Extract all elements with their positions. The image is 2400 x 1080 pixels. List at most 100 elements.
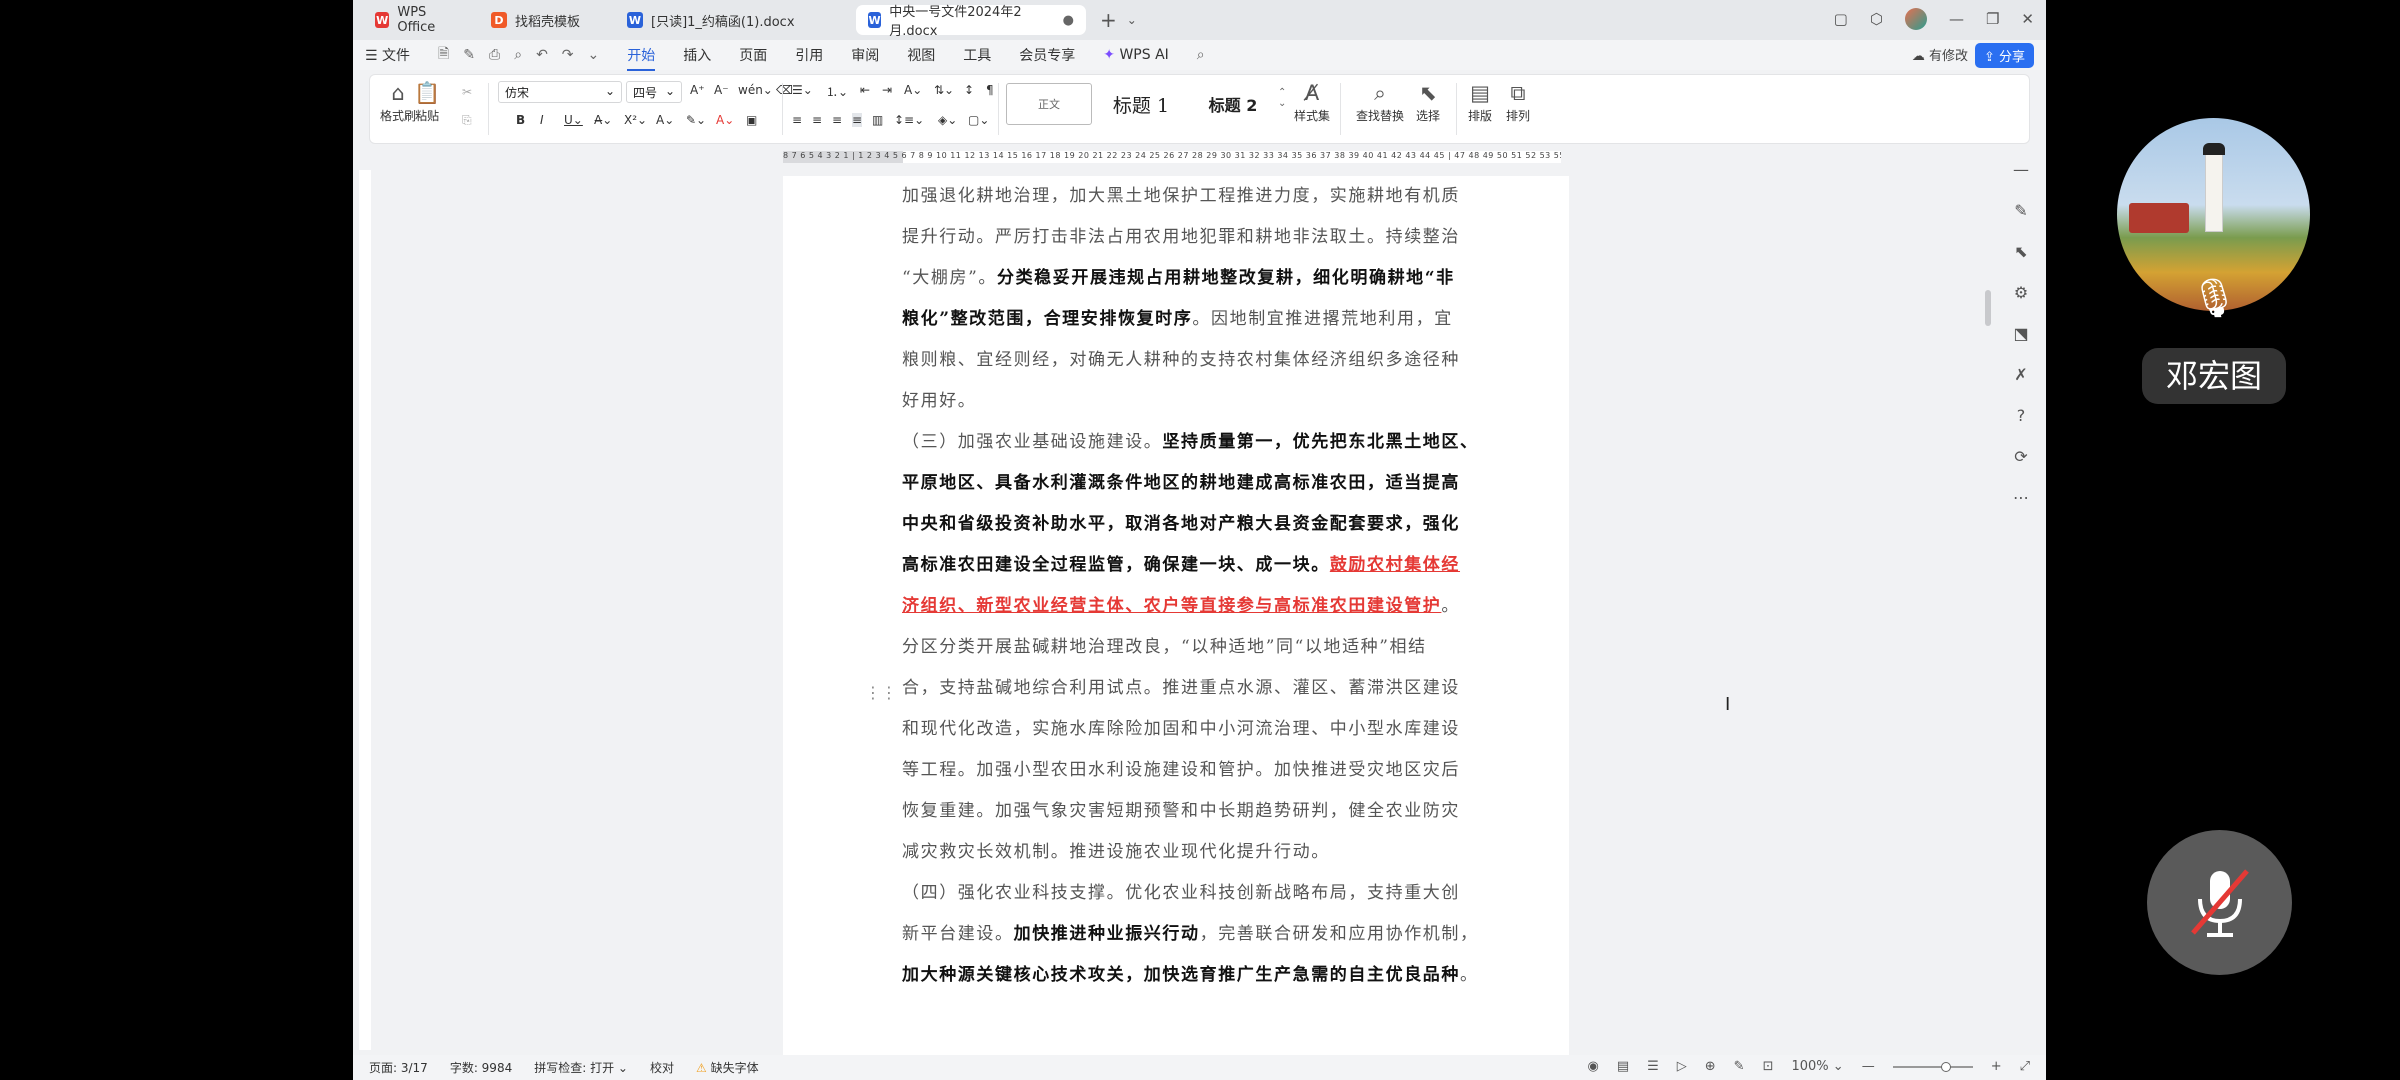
collapse-icon[interactable]: —: [2013, 160, 2029, 179]
grow-font-icon[interactable]: A⁺: [690, 83, 705, 97]
tab-readonly-doc[interactable]: W [只读]1_约稿函(1).docx: [615, 5, 850, 35]
numbered-list-icon[interactable]: ⒈⌄: [826, 83, 848, 100]
text-direction-icon[interactable]: ⇅⌄: [934, 83, 954, 97]
justify-icon[interactable]: ≡: [852, 113, 863, 127]
share-button[interactable]: ⇪ 分享: [1974, 43, 2034, 68]
user-avatar[interactable]: [1904, 8, 1927, 30]
superscript-button[interactable]: X²⌄: [624, 113, 647, 127]
print-icon[interactable]: ⎙: [489, 47, 500, 63]
redo-icon[interactable]: ↷: [562, 47, 574, 63]
menu-tools[interactable]: 工具: [963, 45, 991, 65]
style-normal[interactable]: 正文: [1006, 83, 1092, 125]
menu-member[interactable]: 会员专享: [1019, 45, 1075, 65]
char-shading-icon[interactable]: ▣: [746, 113, 757, 127]
preview-icon[interactable]: ⌕: [514, 47, 522, 63]
proofread[interactable]: 校对: [650, 1059, 674, 1076]
more-chevron-icon[interactable]: ⌄: [588, 47, 600, 63]
find-replace-button[interactable]: ⌕ 查找替换: [1356, 81, 1404, 124]
write-view-icon[interactable]: ✎: [1734, 1059, 1745, 1074]
strikethrough-button[interactable]: A̶⌄: [594, 113, 612, 127]
eye-icon[interactable]: ◉: [1587, 1059, 1598, 1074]
horizontal-ruler[interactable]: 8 7 6 5 4 3 2 1 | 1 2 3 4 5 6 7 8 9 10 1…: [783, 151, 1561, 163]
menu-view[interactable]: 视图: [907, 45, 935, 65]
page-view-icon[interactable]: ▤: [1617, 1059, 1629, 1074]
pinyin-icon[interactable]: wén⌄: [738, 83, 773, 97]
pen-icon[interactable]: ✎: [2014, 201, 2027, 220]
shrink-font-icon[interactable]: A⁻: [714, 83, 729, 97]
save-icon[interactable]: 🗎: [438, 43, 449, 67]
minimize-icon[interactable]: —: [1949, 10, 1964, 28]
menu-file[interactable]: ☰ 文件: [365, 45, 410, 65]
more-icon[interactable]: ⋯: [2013, 488, 2029, 507]
chevron-down-icon[interactable]: ⌄: [1127, 13, 1137, 27]
menu-page[interactable]: 页面: [739, 45, 767, 65]
undo-icon[interactable]: ↶: [536, 47, 548, 63]
menu-wps-ai[interactable]: ✦ WPS AI: [1103, 47, 1169, 63]
tab-wps-office[interactable]: W WPS Office: [363, 5, 473, 35]
vertical-scrollbar[interactable]: [1981, 150, 1995, 1020]
select-button[interactable]: ⬉ 选择: [1416, 81, 1440, 124]
chinese-layout-icon[interactable]: A⌄: [904, 83, 922, 97]
page-indicator[interactable]: 页面: 3/17: [369, 1059, 428, 1076]
close-tab-icon[interactable]: ●: [1063, 13, 1074, 28]
word-count[interactable]: 字数: 9984: [450, 1059, 512, 1076]
settings-sliders-icon[interactable]: ⚙: [2014, 283, 2028, 302]
arrange-button[interactable]: ⧉ 排列: [1506, 81, 1530, 124]
play-icon[interactable]: ▷: [1677, 1059, 1687, 1074]
zoom-slider[interactable]: [1892, 1061, 1973, 1072]
font-size-select[interactable]: 四号 ⌄: [626, 81, 682, 103]
style-heading-2[interactable]: 标题 2: [1190, 83, 1276, 125]
decrease-indent-icon[interactable]: ⇤: [860, 83, 870, 97]
layout-button[interactable]: ▤ 排版: [1468, 81, 1492, 124]
zoom-level[interactable]: 100% ⌄: [1791, 1059, 1843, 1074]
style-heading-1[interactable]: 标题 1: [1098, 83, 1184, 125]
zoom-in-icon[interactable]: +: [1991, 1059, 2002, 1074]
fullscreen-icon[interactable]: ⤢: [2020, 1059, 2030, 1074]
close-window-icon[interactable]: ✕: [2021, 10, 2034, 28]
paste-button[interactable]: 📋 粘贴: [414, 81, 440, 124]
underline-button[interactable]: U⌄: [564, 113, 583, 127]
document-page[interactable]: 加强退化耕地治理，加大黑土地保护工程推进力度，实施耕地有机质 提升行动。严厉打击…: [783, 176, 1569, 1056]
increase-indent-icon[interactable]: ⇥: [882, 83, 892, 97]
vertical-ruler[interactable]: [359, 170, 371, 1050]
web-view-icon[interactable]: ⊕: [1705, 1059, 1716, 1074]
scroll-thumb[interactable]: [1985, 290, 1991, 326]
outline-view-icon[interactable]: ☰: [1647, 1059, 1659, 1074]
copy-icon[interactable]: ⎘: [462, 113, 472, 128]
search-icon[interactable]: ⌕: [1197, 47, 1205, 63]
window-layout-icon[interactable]: ▢: [1834, 10, 1848, 28]
line-spacing-icon[interactable]: ↕≡⌄: [894, 113, 924, 127]
border-icon[interactable]: ▢⌄: [968, 113, 989, 127]
clear-format-icon[interactable]: ⌫: [776, 83, 793, 97]
sync-icon[interactable]: ⟳: [2014, 447, 2027, 466]
missing-font[interactable]: ⚠ 缺失字体: [696, 1059, 759, 1076]
shading-icon[interactable]: ◈⌄: [938, 113, 957, 127]
drag-handle-icon[interactable]: ⋮⋮: [865, 683, 897, 702]
style-scroll-icon[interactable]: ⌃ ⌄: [1278, 87, 1286, 109]
menu-reference[interactable]: 引用: [795, 45, 823, 65]
help-icon[interactable]: ?: [2017, 406, 2026, 425]
mute-microphone-button[interactable]: [2147, 830, 2292, 975]
show-marks-icon[interactable]: ¶: [986, 83, 994, 97]
text-effect-icon[interactable]: A⌄: [656, 113, 674, 127]
bullet-list-icon[interactable]: ☰⌄: [792, 83, 813, 97]
select-cursor-icon[interactable]: ⬉: [2014, 242, 2027, 261]
spell-check[interactable]: 拼写检查: 打开 ⌄: [534, 1059, 628, 1076]
italic-button[interactable]: I: [540, 113, 544, 127]
tab-active-doc[interactable]: W 中央一号文件2024年2月.docx ●: [856, 5, 1086, 39]
cube-icon[interactable]: ⬡: [1870, 10, 1883, 28]
modify-button[interactable]: ☁ 有修改: [1912, 45, 1968, 64]
style-set-button[interactable]: A̸ 样式集: [1294, 81, 1330, 124]
shape-icon[interactable]: ⬔: [2013, 324, 2028, 343]
menu-review[interactable]: 审阅: [851, 45, 879, 65]
font-family-select[interactable]: 仿宋 ⌄: [498, 81, 622, 103]
cut-icon[interactable]: ✂: [462, 85, 472, 99]
sort-icon[interactable]: ↕: [964, 83, 974, 97]
fit-width-icon[interactable]: ⊡: [1763, 1059, 1774, 1074]
align-left-icon[interactable]: ≡: [792, 113, 802, 127]
align-right-icon[interactable]: ≡: [832, 113, 842, 127]
zoom-out-icon[interactable]: —: [1862, 1059, 1875, 1074]
bold-button[interactable]: B: [516, 113, 525, 127]
distribute-icon[interactable]: ▥: [872, 113, 883, 127]
align-center-icon[interactable]: ≡: [812, 113, 822, 127]
